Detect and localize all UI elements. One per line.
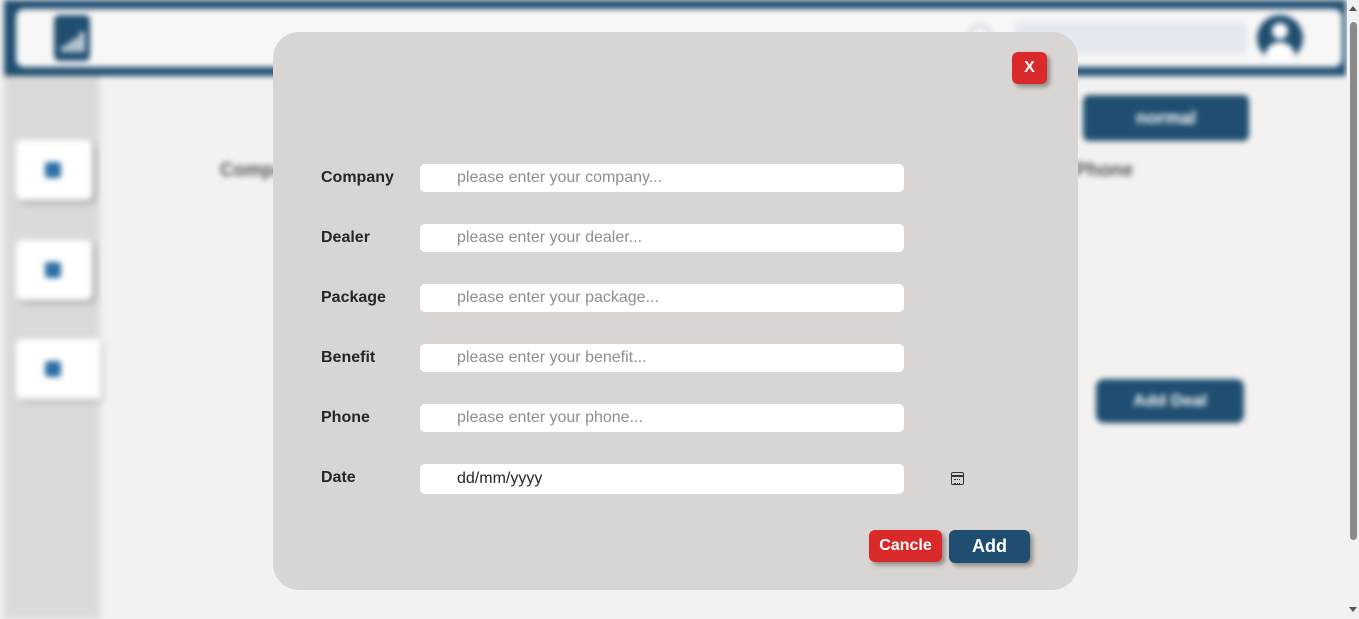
company-label: Company bbox=[321, 169, 394, 186]
benefit-input[interactable] bbox=[420, 344, 904, 372]
user-avatar-icon[interactable] bbox=[1257, 15, 1303, 61]
home-icon bbox=[45, 162, 61, 178]
scroll-up-icon[interactable] bbox=[1349, 6, 1357, 11]
date-input[interactable]: dd/mm/yyyy bbox=[420, 464, 964, 494]
company-input[interactable] bbox=[420, 164, 904, 192]
date-label: Date bbox=[321, 469, 356, 486]
list-icon bbox=[45, 262, 61, 278]
sidebar-item-home[interactable] bbox=[16, 140, 92, 200]
cancel-button[interactable]: Cancle bbox=[869, 530, 942, 562]
dealer-label: Dealer bbox=[321, 229, 370, 246]
add-deal-modal: X Company Dealer Package Benefit Phone D… bbox=[273, 32, 1078, 590]
scrollbar-thumb[interactable] bbox=[1350, 22, 1357, 540]
phone-input[interactable] bbox=[420, 404, 904, 432]
scroll-down-icon[interactable] bbox=[1349, 607, 1357, 612]
package-label: Package bbox=[321, 289, 386, 306]
deals-icon bbox=[45, 361, 61, 377]
sidebar-item-list[interactable] bbox=[16, 240, 92, 300]
page-scrollbar[interactable] bbox=[1347, 0, 1359, 619]
add-deal-button[interactable]: Add Deal bbox=[1096, 379, 1244, 423]
dealer-input[interactable] bbox=[420, 224, 904, 252]
date-input-value: dd/mm/yyyy bbox=[457, 470, 543, 487]
benefit-label: Benefit bbox=[321, 349, 376, 366]
app-logo-icon[interactable] bbox=[54, 15, 90, 61]
phone-label: Phone bbox=[321, 409, 370, 426]
close-button[interactable]: X bbox=[1012, 52, 1047, 84]
add-button[interactable]: Add bbox=[949, 530, 1030, 563]
calendar-icon[interactable] bbox=[951, 472, 964, 485]
package-input[interactable] bbox=[420, 284, 904, 312]
sidebar-item-deals[interactable] bbox=[16, 339, 100, 399]
mode-select[interactable]: normal bbox=[1083, 95, 1249, 141]
column-header-phone: Phone bbox=[1075, 160, 1134, 181]
